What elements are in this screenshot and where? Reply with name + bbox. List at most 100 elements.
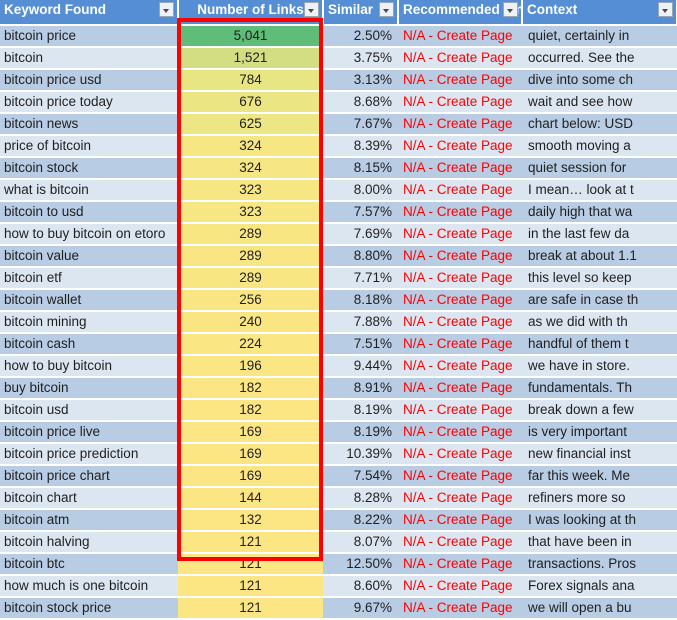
- cell-recommended-link[interactable]: N/A - Create Page: [398, 443, 522, 466]
- column-header-keyword[interactable]: Keyword Found: [0, 0, 179, 26]
- cell-number-of-links[interactable]: 1,521: [178, 47, 323, 70]
- cell-context[interactable]: I was looking at th: [522, 509, 677, 532]
- cell-recommended-link[interactable]: N/A - Create Page: [398, 267, 522, 290]
- cell-keyword[interactable]: bitcoin halving: [0, 531, 178, 554]
- table-row[interactable]: bitcoin price 5,041 2.50% N/A - Create Page…: [0, 25, 677, 48]
- cell-context[interactable]: are safe in case th: [522, 289, 677, 312]
- cell-context[interactable]: break at about 1.1: [522, 245, 677, 268]
- cell-keyword[interactable]: bitcoin wallet: [0, 289, 178, 312]
- cell-similarity[interactable]: 8.19%: [323, 399, 398, 422]
- cell-context[interactable]: far this week. Me: [522, 465, 677, 488]
- cell-context[interactable]: new financial inst: [522, 443, 677, 466]
- cell-number-of-links[interactable]: 323: [178, 201, 323, 224]
- cell-number-of-links[interactable]: 121: [178, 553, 323, 576]
- cell-recommended-link[interactable]: N/A - Create Page: [398, 509, 522, 532]
- table-row[interactable]: bitcoin cash 224 7.51% N/A - Create Page han…: [0, 333, 677, 356]
- cell-recommended-link[interactable]: N/A - Create Page: [398, 531, 522, 554]
- table-row[interactable]: bitcoin stock 324 8.15% N/A - Create Page qu…: [0, 157, 677, 180]
- cell-similarity[interactable]: 7.69%: [323, 223, 398, 246]
- cell-recommended-link[interactable]: N/A - Create Page: [398, 179, 522, 202]
- cell-similarity[interactable]: 7.71%: [323, 267, 398, 290]
- column-header-recommended[interactable]: Recommended Link: [398, 0, 523, 26]
- cell-recommended-link[interactable]: N/A - Create Page: [398, 597, 522, 620]
- cell-number-of-links[interactable]: 289: [178, 267, 323, 290]
- cell-context[interactable]: in the last few da: [522, 223, 677, 246]
- cell-recommended-link[interactable]: N/A - Create Page: [398, 333, 522, 356]
- cell-context[interactable]: we will open a bu: [522, 597, 677, 620]
- cell-context[interactable]: that have been in: [522, 531, 677, 554]
- cell-number-of-links[interactable]: 323: [178, 179, 323, 202]
- table-row[interactable]: bitcoin mining 240 7.88% N/A - Create Page a…: [0, 311, 677, 334]
- cell-similarity[interactable]: 8.00%: [323, 179, 398, 202]
- cell-context[interactable]: refiners more so: [522, 487, 677, 510]
- cell-keyword[interactable]: bitcoin stock price: [0, 597, 178, 620]
- cell-keyword[interactable]: how to buy bitcoin: [0, 355, 178, 378]
- table-row[interactable]: how to buy bitcoin 196 9.44% N/A - Create P…: [0, 355, 677, 378]
- cell-number-of-links[interactable]: 784: [178, 69, 323, 92]
- cell-recommended-link[interactable]: N/A - Create Page: [398, 91, 522, 114]
- cell-keyword[interactable]: bitcoin price usd: [0, 69, 178, 92]
- table-row[interactable]: bitcoin price today 676 8.68% N/A - Create …: [0, 91, 677, 114]
- cell-number-of-links[interactable]: 169: [178, 465, 323, 488]
- cell-keyword[interactable]: bitcoin news: [0, 113, 178, 136]
- cell-context[interactable]: occurred. See the: [522, 47, 677, 70]
- cell-keyword[interactable]: bitcoin price prediction: [0, 443, 178, 466]
- cell-similarity[interactable]: 8.19%: [323, 421, 398, 444]
- cell-keyword[interactable]: bitcoin price live: [0, 421, 178, 444]
- cell-similarity[interactable]: 7.51%: [323, 333, 398, 356]
- cell-similarity[interactable]: 7.57%: [323, 201, 398, 224]
- table-row[interactable]: bitcoin price live 169 8.19% N/A - Create P…: [0, 421, 677, 444]
- cell-keyword[interactable]: bitcoin stock: [0, 157, 178, 180]
- table-row[interactable]: buy bitcoin 182 8.91% N/A - Create Page fund…: [0, 377, 677, 400]
- cell-similarity[interactable]: 8.07%: [323, 531, 398, 554]
- cell-number-of-links[interactable]: 256: [178, 289, 323, 312]
- cell-context[interactable]: dive into some ch: [522, 69, 677, 92]
- cell-recommended-link[interactable]: N/A - Create Page: [398, 487, 522, 510]
- table-row[interactable]: bitcoin price usd 784 3.13% N/A - Create Pa…: [0, 69, 677, 92]
- cell-similarity[interactable]: 7.54%: [323, 465, 398, 488]
- cell-number-of-links[interactable]: 224: [178, 333, 323, 356]
- cell-number-of-links[interactable]: 121: [178, 597, 323, 620]
- cell-recommended-link[interactable]: N/A - Create Page: [398, 399, 522, 422]
- cell-keyword[interactable]: bitcoin cash: [0, 333, 178, 356]
- cell-keyword[interactable]: bitcoin price: [0, 25, 178, 48]
- cell-similarity[interactable]: 7.67%: [323, 113, 398, 136]
- cell-similarity[interactable]: 8.60%: [323, 575, 398, 598]
- cell-keyword[interactable]: bitcoin to usd: [0, 201, 178, 224]
- cell-recommended-link[interactable]: N/A - Create Page: [398, 69, 522, 92]
- cell-recommended-link[interactable]: N/A - Create Page: [398, 223, 522, 246]
- cell-similarity[interactable]: 8.18%: [323, 289, 398, 312]
- table-row[interactable]: bitcoin btc 121 12.50% N/A - Create Page tra…: [0, 553, 677, 576]
- table-row[interactable]: bitcoin news 625 7.67% N/A - Create Page cha…: [0, 113, 677, 136]
- filter-chevron-down-icon-links[interactable]: [304, 2, 319, 17]
- cell-keyword[interactable]: bitcoin btc: [0, 553, 178, 576]
- cell-recommended-link[interactable]: N/A - Create Page: [398, 25, 522, 48]
- table-row[interactable]: price of bitcoin 324 8.39% N/A - Create Pag…: [0, 135, 677, 158]
- table-row[interactable]: bitcoin etf 289 7.71% N/A - Create Page this…: [0, 267, 677, 290]
- cell-similarity[interactable]: 8.15%: [323, 157, 398, 180]
- cell-number-of-links[interactable]: 240: [178, 311, 323, 334]
- cell-recommended-link[interactable]: N/A - Create Page: [398, 377, 522, 400]
- column-header-context[interactable]: Context: [522, 0, 677, 26]
- cell-recommended-link[interactable]: N/A - Create Page: [398, 47, 522, 70]
- cell-context[interactable]: transactions. Pros: [522, 553, 677, 576]
- table-row[interactable]: bitcoin atm 132 8.22% N/A - Create Page I wa…: [0, 509, 677, 532]
- cell-number-of-links[interactable]: 289: [178, 223, 323, 246]
- column-header-similarity[interactable]: Similar: [323, 0, 399, 26]
- cell-similarity[interactable]: 8.91%: [323, 377, 398, 400]
- cell-context[interactable]: daily high that wa: [522, 201, 677, 224]
- cell-keyword[interactable]: bitcoin mining: [0, 311, 178, 334]
- cell-keyword[interactable]: bitcoin: [0, 47, 178, 70]
- column-header-links[interactable]: Number of Links: [178, 0, 324, 26]
- cell-keyword[interactable]: what is bitcoin: [0, 179, 178, 202]
- cell-similarity[interactable]: 8.80%: [323, 245, 398, 268]
- cell-similarity[interactable]: 10.39%: [323, 443, 398, 466]
- cell-similarity[interactable]: 3.75%: [323, 47, 398, 70]
- cell-context[interactable]: we have in store.: [522, 355, 677, 378]
- cell-number-of-links[interactable]: 324: [178, 135, 323, 158]
- cell-context[interactable]: break down a few: [522, 399, 677, 422]
- cell-context[interactable]: quiet session for: [522, 157, 677, 180]
- cell-number-of-links[interactable]: 121: [178, 531, 323, 554]
- cell-similarity[interactable]: 8.28%: [323, 487, 398, 510]
- cell-number-of-links[interactable]: 676: [178, 91, 323, 114]
